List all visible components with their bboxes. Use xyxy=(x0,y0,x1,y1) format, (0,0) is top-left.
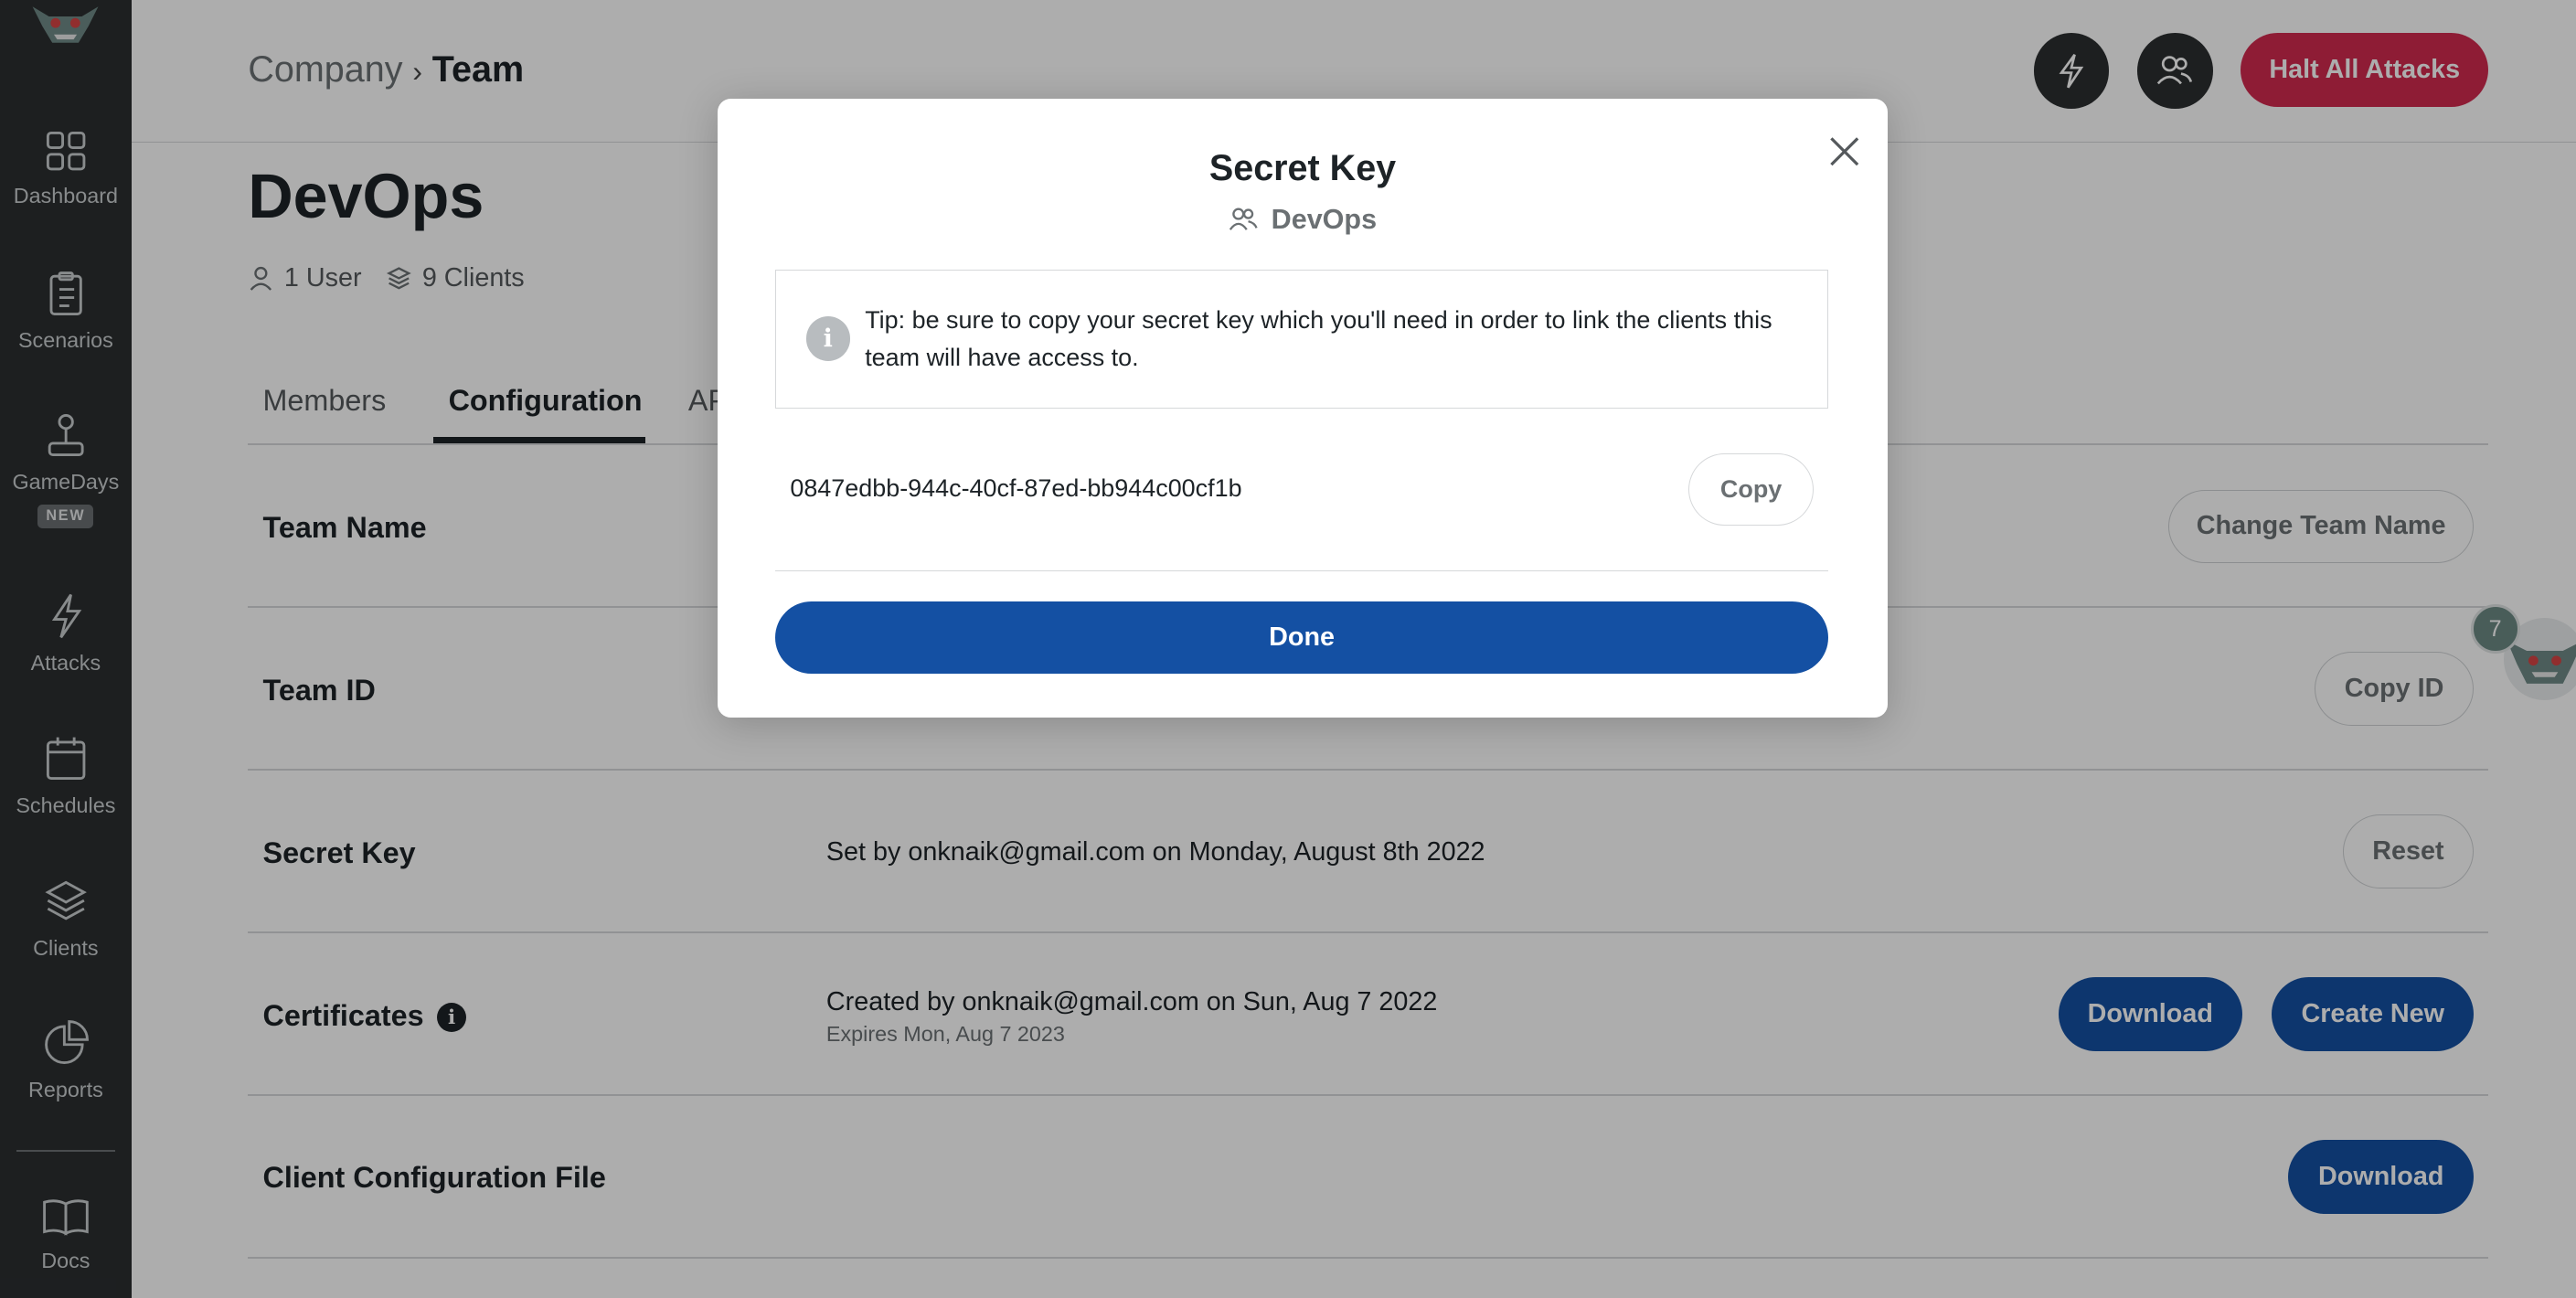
modal-title: Secret Key xyxy=(1208,147,1397,188)
modal-divider xyxy=(775,569,1829,572)
secret-key-value[interactable]: 0847edbb-944c-40cf-87ed-bb944c00cf1b xyxy=(790,474,1241,503)
modal-subtitle: DevOps xyxy=(718,204,1887,236)
done-button[interactable]: Done xyxy=(775,601,1829,674)
copy-button[interactable]: Copy xyxy=(1688,452,1814,527)
tip-box: i Tip: be sure to copy your secret key w… xyxy=(775,269,1829,410)
modal-subtitle-text: DevOps xyxy=(1271,203,1378,235)
users-icon xyxy=(1229,207,1258,231)
tip-text: Tip: be sure to copy your secret key whi… xyxy=(865,305,1772,372)
secret-key-modal: Secret Key DevOps i Tip: be sure to copy… xyxy=(718,98,1888,718)
info-icon: i xyxy=(805,316,851,361)
